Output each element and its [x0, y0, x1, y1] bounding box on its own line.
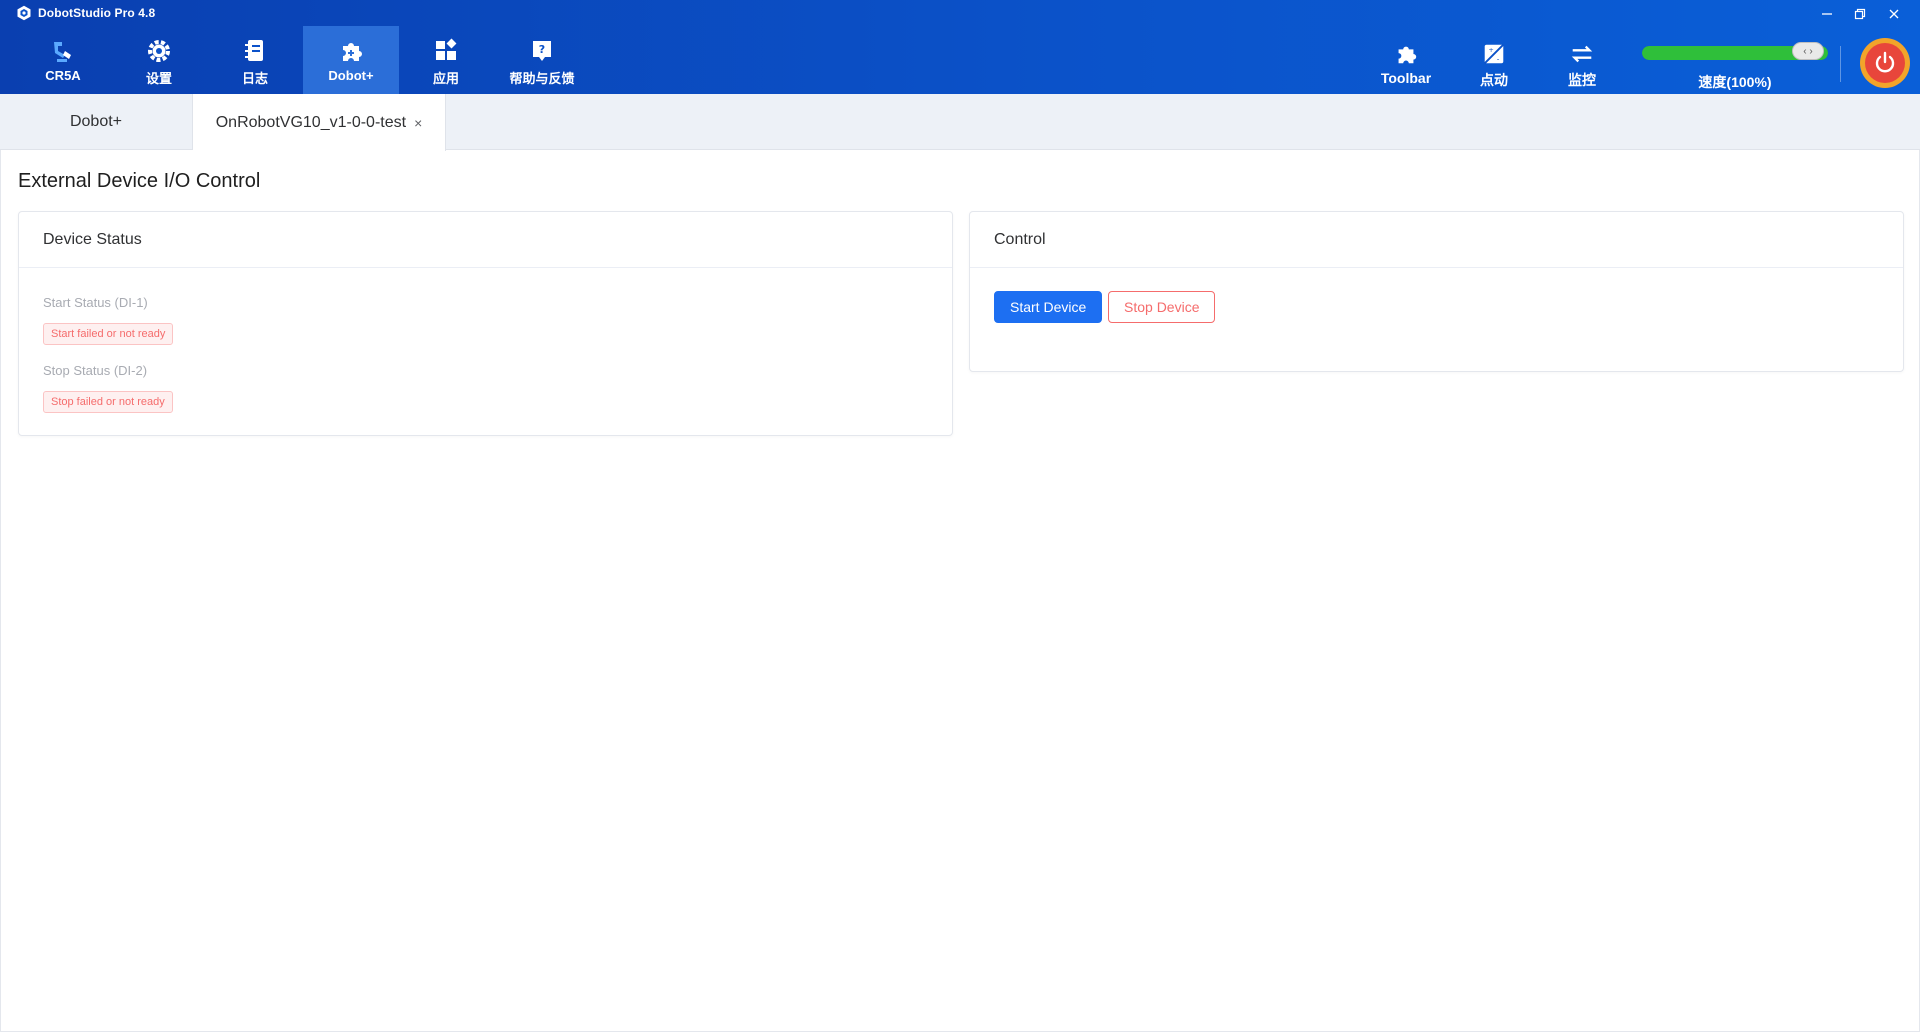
stop-status-label: Stop Status (DI-2) [43, 363, 148, 378]
svg-text:?: ? [539, 43, 545, 56]
top-nav-bar: DobotStudio Pro 4.8 CR5A 设置 日志 Dobot+ 应用… [0, 0, 1920, 94]
start-status-label: Start Status (DI-1) [43, 295, 148, 310]
tab-dobot-plus[interactable]: Dobot+ [0, 94, 193, 150]
robot-arm-icon [54, 42, 71, 62]
tab-strip: Dobot+ OnRobotVG10_v1-0-0-test × [0, 94, 1920, 151]
log-book-icon [245, 40, 263, 61]
jog-icon: + - [1484, 44, 1504, 64]
start-device-button[interactable]: Start Device [994, 291, 1103, 323]
tab-onrobot-vg10[interactable]: OnRobotVG10_v1-0-0-test × [193, 94, 446, 151]
tab-label: OnRobotVG10_v1-0-0-test [215, 113, 407, 131]
card-header: Control [970, 212, 1903, 268]
restore-button[interactable] [1846, 3, 1874, 25]
stop-status-badge: Stop failed or not ready [43, 391, 173, 413]
nav-item-label: 点动 [1480, 72, 1508, 88]
window-title: DobotStudio Pro 4.8 [38, 6, 156, 20]
power-icon [1875, 51, 1895, 73]
start-status-badge: Start failed or not ready [43, 323, 174, 345]
nav-item-label: 日志 [241, 71, 268, 86]
nav-item-label: Dobot+ [328, 68, 374, 83]
restore-icon [1854, 8, 1866, 20]
nav-item-label: 监控 [1568, 72, 1596, 88]
minimize-icon [1822, 13, 1832, 15]
minimize-button[interactable] [1813, 3, 1841, 25]
nav-item-label: Toolbar [1380, 70, 1432, 86]
speed-control: ‹ › 速度(100%) [1642, 40, 1828, 90]
svg-text:-: - [1497, 54, 1500, 63]
control-card: Control Start Device Stop Device [969, 211, 1904, 372]
power-button[interactable] [1860, 38, 1910, 88]
nav-item-apps[interactable]: 应用 [398, 26, 494, 94]
device-status-card: Device Status Start Status (DI-1) Start … [18, 211, 953, 436]
apps-icon [436, 38, 457, 60]
plugin-content: External Device I/O Control Device Statu… [0, 150, 1920, 1032]
nav-item-toolbar[interactable]: Toolbar [1366, 26, 1446, 94]
close-icon [1889, 9, 1899, 19]
gear-icon [148, 40, 170, 62]
svg-text:+: + [1488, 46, 1493, 54]
speed-slider-handle[interactable]: ‹ › [1792, 42, 1824, 60]
nav-item-label: 帮助与反馈 [509, 71, 575, 86]
tab-label: Dobot+ [69, 113, 123, 130]
nav-item-settings[interactable]: 设置 [111, 26, 207, 94]
speed-label: 速度(100%) [1698, 74, 1772, 90]
page-title: External Device I/O Control [18, 170, 261, 192]
puzzle-icon [1398, 46, 1417, 64]
stop-device-button[interactable]: Stop Device [1108, 291, 1216, 323]
nav-item-help[interactable]: ? 帮助与反馈 [494, 26, 590, 94]
nav-item-label: CR5A [45, 68, 81, 83]
nav-item-label: 设置 [145, 71, 172, 86]
app-logo-icon [17, 5, 31, 21]
puzzle-icon [343, 43, 362, 61]
nav-item-monitor[interactable]: 监控 [1542, 26, 1622, 94]
nav-item-log[interactable]: 日志 [207, 26, 303, 94]
nav-item-jog[interactable]: + - 点动 [1454, 26, 1534, 94]
divider [1840, 46, 1841, 82]
close-tab-icon[interactable]: × [414, 115, 422, 131]
close-window-button[interactable] [1880, 3, 1908, 25]
card-header: Device Status [19, 212, 952, 268]
transfer-arrows-icon [1571, 45, 1593, 63]
title-bar: DobotStudio Pro 4.8 [0, 0, 1920, 26]
nav-item-cr5a[interactable]: CR5A [15, 26, 111, 94]
help-icon: ? [533, 41, 551, 61]
nav-item-label: 应用 [432, 71, 459, 86]
nav-item-dobot-plus[interactable]: Dobot+ [303, 26, 399, 94]
